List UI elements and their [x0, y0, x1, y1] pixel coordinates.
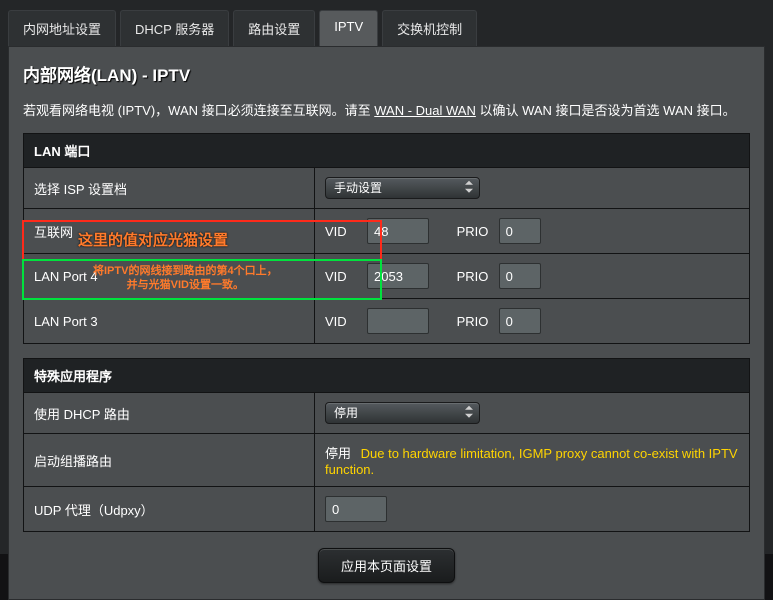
- row-lanport3-label: LAN Port 3: [24, 299, 315, 344]
- panel-iptv: 内部网络(LAN) - IPTV 若观看网络电视 (IPTV)，WAN 接口必须…: [8, 46, 765, 600]
- isp-profile-select[interactable]: 手动设置: [325, 177, 480, 199]
- tab-dhcp-server[interactable]: DHCP 服务器: [120, 10, 229, 46]
- internet-prio-input[interactable]: [499, 218, 541, 244]
- p4-vid-label: VID: [325, 269, 359, 284]
- wan-dual-wan-link[interactable]: WAN - Dual WAN: [374, 103, 476, 118]
- udpxy-input[interactable]: [325, 496, 387, 522]
- panel-desc: 若观看网络电视 (IPTV)，WAN 接口必须连接至互联网。请至 WAN - D…: [23, 100, 750, 119]
- p4-vid-input[interactable]: [367, 263, 429, 289]
- p4-prio-input[interactable]: [499, 263, 541, 289]
- tab-lan-address[interactable]: 内网地址设置: [8, 10, 116, 46]
- lan-port-table: 选择 ISP 设置档 手动设置 互联网 VID: [23, 167, 750, 344]
- p3-vid-input[interactable]: [367, 308, 429, 334]
- panel-title: 内部网络(LAN) - IPTV: [23, 61, 750, 86]
- desc-pre: 若观看网络电视 (IPTV)，WAN 接口必须连接至互联网。请至: [23, 103, 374, 118]
- internet-vid-input[interactable]: [367, 218, 429, 244]
- igmp-label: 启动组播路由: [24, 434, 315, 487]
- p4-prio-label: PRIO: [457, 269, 491, 284]
- isp-profile-label: 选择 ISP 设置档: [24, 168, 315, 209]
- section-special-header: 特殊应用程序: [23, 358, 750, 392]
- tab-switch-control[interactable]: 交换机控制: [382, 10, 477, 46]
- igmp-note: Due to hardware limitation, IGMP proxy c…: [325, 446, 738, 477]
- row-internet-label: 互联网: [24, 209, 315, 254]
- tab-route[interactable]: 路由设置: [233, 10, 315, 46]
- tab-iptv[interactable]: IPTV: [319, 10, 378, 46]
- internet-vid-label: VID: [325, 224, 359, 239]
- internet-prio-label: PRIO: [457, 224, 491, 239]
- igmp-value: 停用: [325, 446, 351, 461]
- section-lan-port-header: LAN 端口: [23, 133, 750, 167]
- p3-prio-input[interactable]: [499, 308, 541, 334]
- special-app-table: 使用 DHCP 路由 停用 启动组播路由 停用 Due to hardware …: [23, 392, 750, 532]
- dhcp-route-select[interactable]: 停用: [325, 402, 480, 424]
- desc-post: 以确认 WAN 接口是否设为首选 WAN 接口。: [476, 103, 736, 118]
- tabs-bar: 内网地址设置 DHCP 服务器 路由设置 IPTV 交换机控制: [0, 0, 773, 46]
- apply-button[interactable]: 应用本页面设置: [318, 548, 455, 583]
- p3-prio-label: PRIO: [457, 314, 491, 329]
- p3-vid-label: VID: [325, 314, 359, 329]
- dhcp-route-label: 使用 DHCP 路由: [24, 393, 315, 434]
- row-lanport4-label: LAN Port 4: [24, 254, 315, 299]
- udpxy-label: UDP 代理（Udpxy）: [24, 487, 315, 532]
